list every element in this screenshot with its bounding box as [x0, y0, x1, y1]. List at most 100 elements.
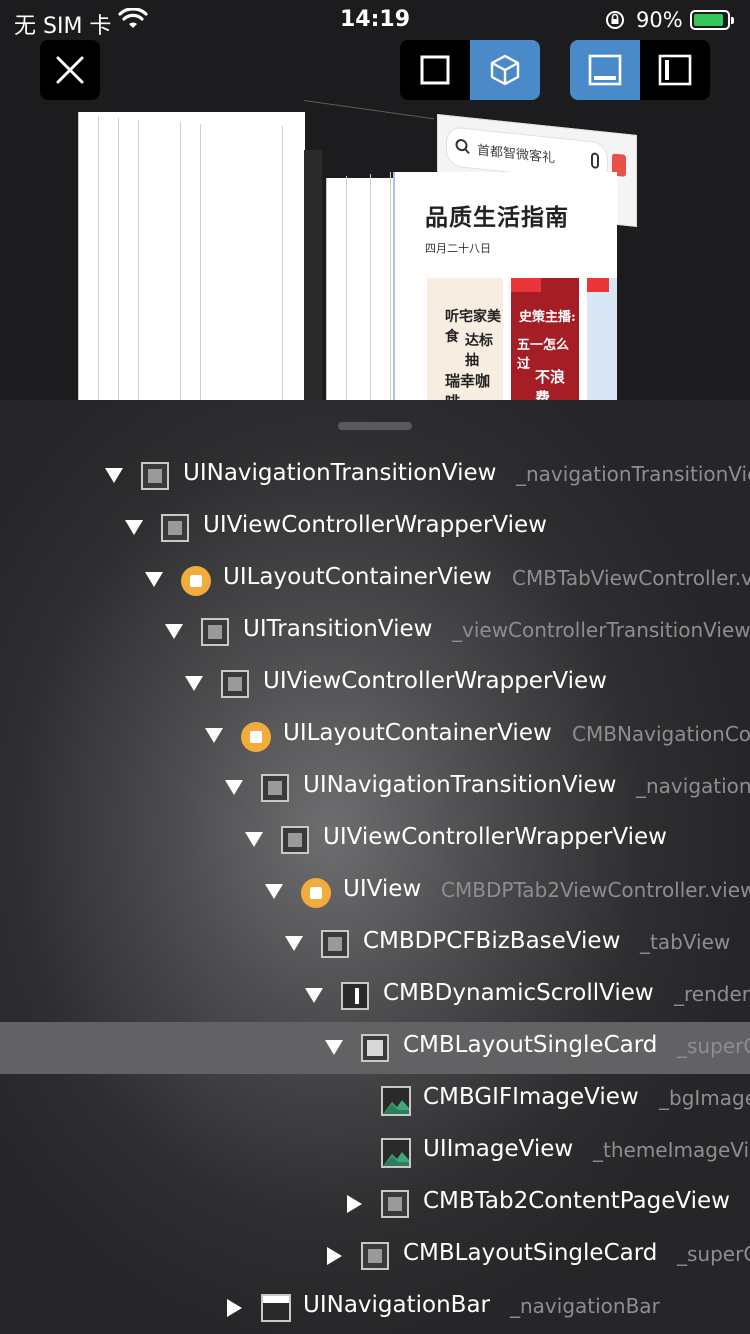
hierarchy-row[interactable]: UINavigationBar _navigationBar — [0, 1282, 750, 1334]
view-identifier: CMBTabViewController.view — [512, 566, 750, 590]
view-identifier: _tabView — [640, 930, 731, 954]
mic-icon — [591, 152, 599, 170]
close-button[interactable] — [40, 40, 100, 100]
disclosure-expanded-icon[interactable] — [325, 1040, 343, 1055]
disclosure-collapsed-icon[interactable] — [227, 1299, 242, 1317]
content-layer: 品质生活指南 四月二十八日 听宅家美食 达标抽 瑞幸咖啡 史策主播: 五一怎么过… — [393, 172, 617, 400]
view-class-name: CMBLayoutSingleCard — [403, 1032, 658, 1058]
tile-tag — [511, 278, 541, 292]
battery-percent: 90% — [636, 8, 683, 32]
panel-side-icon — [658, 54, 692, 86]
battery-icon — [690, 10, 734, 30]
view-class-name: CMBTab2ContentPageView — [423, 1188, 730, 1214]
view-class-name: UIViewControllerWrapperView — [203, 512, 547, 538]
scroll-view-icon — [341, 982, 369, 1010]
hierarchy-row[interactable]: CMBTab2ContentPageView — [0, 1178, 750, 1230]
disclosure-collapsed-icon[interactable] — [347, 1195, 362, 1213]
hierarchy-row[interactable]: UIViewControllerWrapperView — [0, 814, 750, 866]
hierarchy-row[interactable]: CMBLayoutSingleCard _superCard — [0, 1230, 750, 1282]
view-class-name: CMBDynamicScrollView — [383, 980, 654, 1006]
hierarchy-row[interactable]: UILayoutContainerView CMBNavigationContro… — [0, 710, 750, 762]
view-box-icon — [221, 670, 249, 698]
promo-tile: 史策主播: 五一怎么过 不浪费 — [511, 278, 579, 400]
layer-slab — [326, 178, 397, 400]
view-identifier: _bgImageView — [659, 1086, 750, 1110]
view-identifier: _superCard — [677, 1034, 750, 1058]
disclosure-expanded-icon[interactable] — [245, 832, 263, 847]
hierarchy-row[interactable]: UIImageView _themeImageView — [0, 1126, 750, 1178]
view-box-icon — [161, 514, 189, 542]
view-class-name: CMBLayoutSingleCard — [403, 1240, 658, 1266]
view-identifier: _navigationBar — [510, 1294, 660, 1318]
promo-tile: 听宅家美食 达标抽 瑞幸咖啡 — [427, 278, 503, 400]
square-2d-icon — [420, 55, 450, 85]
image-icon — [381, 1086, 411, 1116]
view-class-name: UITransitionView — [243, 616, 433, 642]
disclosure-expanded-icon[interactable] — [285, 936, 303, 951]
hierarchy-row[interactable]: UILayoutContainerView CMBTabViewControlle… — [0, 554, 750, 606]
layout-segmented-control — [570, 40, 710, 100]
view-box-icon — [201, 618, 229, 646]
view-class-name: UINavigationTransitionView — [183, 460, 497, 486]
hierarchy-row[interactable]: UIViewControllerWrapperView — [0, 502, 750, 554]
view-class-name: UINavigationBar — [303, 1292, 490, 1318]
panel-grabber[interactable] — [338, 422, 412, 430]
mode-3d-button[interactable] — [470, 40, 540, 100]
view-mode-segmented-control — [400, 40, 540, 100]
disclosure-expanded-icon[interactable] — [305, 988, 323, 1003]
view-class-name: UIViewControllerWrapperView — [323, 824, 667, 850]
view-class-name: UINavigationTransitionView — [303, 772, 617, 798]
view-controller-icon — [181, 566, 211, 596]
page-date: 四月二十八日 — [425, 242, 491, 255]
view-identifier: _navigationTransitionView — [516, 462, 750, 486]
view-class-name: UIView — [343, 876, 422, 902]
hierarchy-row[interactable]: CMBDPCFBizBaseView _tabView — [0, 918, 750, 970]
view-box-icon — [281, 826, 309, 854]
view-class-name: UIImageView — [423, 1136, 574, 1162]
card-icon — [361, 1034, 389, 1062]
tile-text: 不浪费 — [535, 368, 566, 400]
hierarchy-row[interactable]: CMBGIFImageView _bgImageView — [0, 1074, 750, 1126]
view-class-name: CMBDPCFBizBaseView — [363, 928, 621, 954]
view-box-icon — [141, 462, 169, 490]
orientation-lock-icon — [604, 9, 626, 35]
hierarchy-row[interactable]: UINavigationTransitionView _navigationTra… — [0, 762, 750, 814]
view-hierarchy-panel[interactable]: UINavigationTransitionView _navigationTra… — [0, 400, 750, 1334]
cube-3d-icon — [490, 54, 520, 86]
disclosure-expanded-icon[interactable] — [165, 624, 183, 639]
disclosure-collapsed-icon[interactable] — [327, 1247, 342, 1265]
view-identifier: _superCard — [677, 1242, 750, 1266]
disclosure-expanded-icon[interactable] — [145, 572, 163, 587]
disclosure-expanded-icon[interactable] — [225, 780, 243, 795]
disclosure-expanded-icon[interactable] — [265, 884, 283, 899]
view-identifier: CMBNavigationController.view — [572, 722, 750, 746]
hierarchy-row[interactable]: UIView CMBDPTab2ViewController.view — [0, 866, 750, 918]
view-identifier: _viewControllerTransitionView — [452, 618, 750, 642]
view-class-name: UILayoutContainerView — [283, 720, 552, 746]
view-box-icon — [361, 1242, 389, 1270]
disclosure-expanded-icon[interactable] — [205, 728, 223, 743]
disclosure-expanded-icon[interactable] — [185, 676, 203, 691]
layer-divider — [304, 150, 322, 400]
disclosure-expanded-icon[interactable] — [105, 468, 123, 483]
view-class-name: CMBGIFImageView — [423, 1084, 639, 1110]
search-placeholder: 首都智微客礼 — [477, 143, 556, 167]
layout-bottom-button[interactable] — [570, 40, 640, 100]
mode-2d-button[interactable] — [400, 40, 470, 100]
hierarchy-row[interactable]: CMBLayoutSingleCard _superCard — [0, 1022, 750, 1074]
view-controller-icon — [301, 878, 331, 908]
hierarchy-row[interactable]: CMBDynamicScrollView _renderView — [0, 970, 750, 1022]
view-class-name: UILayoutContainerView — [223, 564, 492, 590]
disclosure-expanded-icon[interactable] — [125, 520, 143, 535]
view-identifier: CMBDPTab2ViewController.view — [441, 878, 750, 902]
close-icon — [56, 56, 84, 84]
layout-side-button[interactable] — [640, 40, 710, 100]
3d-view-preview[interactable]: 首都智微客礼 品质生活指南 四月二十八日 听宅家美食 达标抽 瑞幸咖啡 史策主播… — [0, 100, 750, 400]
tile-text: 瑞幸咖啡 — [445, 372, 491, 400]
view-box-icon — [381, 1190, 409, 1218]
hierarchy-row[interactable]: UINavigationTransitionView _navigationTra… — [0, 450, 750, 502]
hierarchy-row[interactable]: UIViewControllerWrapperView — [0, 658, 750, 710]
page-title: 品质生活指南 — [425, 204, 569, 231]
hierarchy-row[interactable]: UITransitionView _viewControllerTransitio… — [0, 606, 750, 658]
view-identifier: _themeImageView — [593, 1138, 750, 1162]
